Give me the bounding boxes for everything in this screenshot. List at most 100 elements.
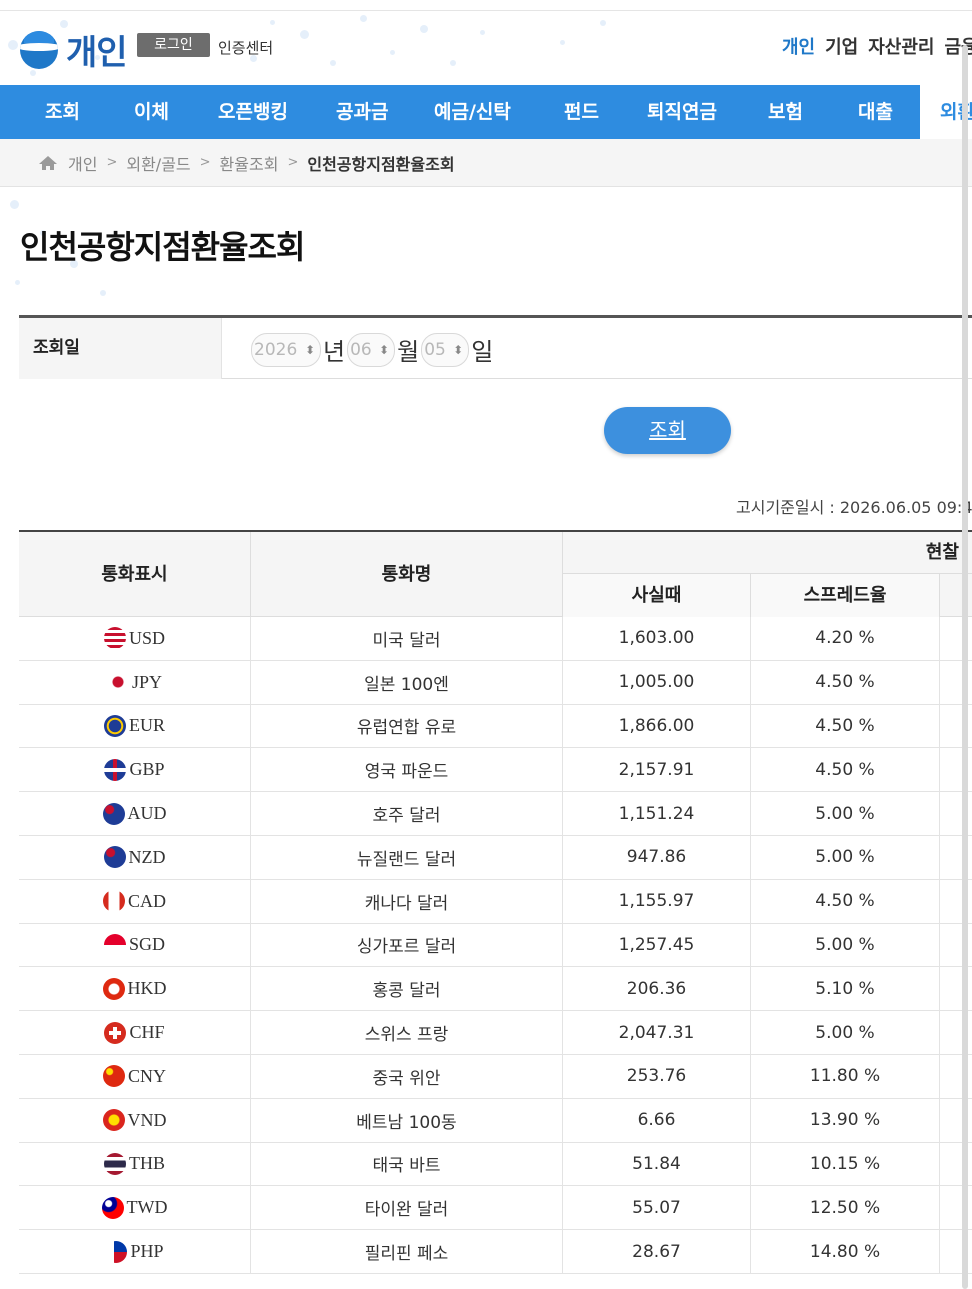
table-row: USD 미국 달러 1,603.00 4.20 %: [19, 617, 972, 661]
main-navigation: 조회 이체 오픈뱅킹 공과금 예금/신탁 펀드 퇴직연금 보험 대출 외환: [0, 85, 972, 139]
bank-logo[interactable]: 개인: [20, 25, 128, 74]
nav-utility-bills[interactable]: 공과금: [336, 85, 388, 139]
day-unit: 일: [471, 338, 494, 366]
currency-name: 태국 바트: [251, 1142, 563, 1186]
currency-name: 타이완 달러: [251, 1186, 563, 1230]
currency-code: HKD: [127, 978, 167, 999]
au-flag-icon: [102, 802, 125, 825]
table-row: AUD 호주 달러 1,151.24 5.00 %: [19, 792, 972, 836]
header-symbol: 통화표시: [19, 532, 251, 617]
breadcrumb-fx-gold[interactable]: 외환/골드: [126, 151, 190, 175]
site-header: 개인 로그인 인증센터 개인 기업 자산관리 금융: [0, 10, 972, 85]
scrollbar[interactable]: [962, 45, 968, 1289]
jp-flag-icon: [106, 671, 129, 694]
currency-name: 베트남 100동: [251, 1098, 563, 1142]
cash-buy-rate: 1,155.97: [563, 879, 751, 923]
header-spread: 스프레드율: [751, 574, 940, 617]
cash-buy-rate: 2,047.31: [563, 1011, 751, 1054]
table-row: PHP 필리핀 페소 28.67 14.80 %: [19, 1230, 972, 1274]
breadcrumb-personal[interactable]: 개인: [68, 151, 97, 175]
th-flag-icon: [104, 1152, 126, 1175]
table-row: CHF 스위스 프랑 2,047.31 5.00 %: [19, 1011, 972, 1055]
table-row: EUR 유럽연합 유로 1,866.00 4.50 %: [19, 704, 972, 749]
currency-symbol-cell: NZD: [19, 835, 251, 879]
currency-code: JPY: [131, 671, 162, 692]
currency-code: CNY: [127, 1065, 166, 1086]
top-link-personal[interactable]: 개인: [782, 33, 815, 59]
nav-loan[interactable]: 대출: [858, 85, 893, 139]
spread-rate: 4.50 %: [751, 704, 940, 748]
currency-name: 싱가포르 달러: [251, 923, 563, 967]
cash-buy-rate: 6.66: [563, 1098, 751, 1142]
page-title: 인천공항지점환율조회: [20, 228, 305, 266]
currency-name: 필리핀 페소: [251, 1230, 563, 1273]
currency-name: 미국 달러: [251, 617, 563, 660]
nav-pension[interactable]: 퇴직연금: [647, 85, 717, 139]
date-fields: 2026 년 06 월 05 일: [251, 332, 495, 367]
home-icon[interactable]: [38, 155, 58, 171]
eu-flag-icon: [104, 714, 126, 737]
spread-rate: 5.10 %: [751, 967, 940, 1011]
top-link-wealth[interactable]: 자산관리: [868, 33, 934, 59]
currency-symbol-cell: AUD: [19, 792, 251, 835]
nav-inquiry[interactable]: 조회: [45, 85, 80, 139]
header-cash: 현찰: [563, 532, 972, 574]
currency-code: AUD: [127, 803, 167, 824]
breadcrumb-current: 인천공항지점환율조회: [307, 154, 455, 174]
table-row: CAD 캐나다 달러 1,155.97 4.50 %: [19, 879, 972, 924]
breadcrumb-exchange-rate[interactable]: 환율조회: [220, 151, 279, 175]
top-link-corporate[interactable]: 기업: [825, 33, 858, 59]
currency-name: 홍콩 달러: [251, 967, 563, 1011]
exchange-rate-table: 통화표시 통화명 현찰 사실때 스프레드율 USD 미국 달러 1,603.00 4.…: [19, 530, 972, 1274]
search-form: 조회일 2026 년 06 월 05 일: [19, 315, 972, 379]
currency-symbol-cell: TWD: [19, 1186, 251, 1230]
currency-symbol-cell: VND: [19, 1098, 251, 1142]
nav-deposit-trust[interactable]: 예금/신탁: [434, 85, 511, 139]
currency-code: PHP: [130, 1241, 164, 1262]
table-row: TWD 타이완 달러 55.07 12.50 %: [19, 1186, 972, 1231]
header-buy: 사실때: [563, 574, 751, 617]
currency-symbol-cell: EUR: [19, 704, 251, 748]
nz-flag-icon: [103, 846, 126, 869]
year-select[interactable]: 2026: [251, 332, 321, 367]
year-unit: 년: [323, 338, 346, 366]
spread-rate: 13.90 %: [751, 1098, 940, 1142]
spread-rate: 4.50 %: [751, 879, 940, 923]
cash-buy-rate: 947.86: [563, 835, 751, 879]
currency-code: NZD: [128, 846, 166, 867]
currency-name: 중국 위안: [251, 1054, 563, 1098]
spread-rate: 11.80 %: [751, 1054, 940, 1098]
nav-fund[interactable]: 펀드: [564, 85, 599, 139]
spread-rate: 4.50 %: [751, 660, 940, 704]
login-button[interactable]: 로그인: [137, 33, 210, 57]
table-row: VND 베트남 100동 6.66 13.90 %: [19, 1098, 972, 1143]
table-header: 통화표시 통화명 현찰 사실때 스프레드율: [19, 532, 972, 617]
ca-flag-icon: [102, 890, 125, 913]
sg-flag-icon: [103, 933, 126, 956]
month-select[interactable]: 06: [347, 332, 396, 367]
currency-name: 호주 달러: [251, 792, 563, 835]
table-row: HKD 홍콩 달러 206.36 5.10 %: [19, 967, 972, 1012]
breadcrumb: 개인 > 외환/골드 > 환율조회 > 인천공항지점환율조회: [0, 139, 972, 187]
currency-code: SGD: [128, 934, 165, 955]
nav-insurance[interactable]: 보험: [768, 85, 803, 139]
header-name: 통화명: [251, 532, 563, 617]
top-links: 개인 기업 자산관리 금융: [782, 33, 972, 59]
spread-rate: 14.80 %: [751, 1230, 940, 1273]
currency-code: VND: [127, 1109, 167, 1130]
spread-rate: 5.00 %: [751, 923, 940, 967]
currency-symbol-cell: HKD: [19, 967, 251, 1011]
month-unit: 월: [397, 338, 420, 366]
nav-open-banking[interactable]: 오픈뱅킹: [218, 85, 288, 139]
cert-center-link[interactable]: 인증센터: [218, 37, 273, 58]
day-select[interactable]: 05: [421, 332, 470, 367]
cash-buy-rate: 1,603.00: [563, 617, 751, 660]
table-row: THB 태국 바트 51.84 10.15 %: [19, 1142, 972, 1187]
table-body: USD 미국 달러 1,603.00 4.20 % JPY 일본 100엔 1,005.00…: [19, 617, 972, 1274]
nav-transfer[interactable]: 이체: [134, 85, 169, 139]
query-button[interactable]: 조회: [604, 407, 731, 454]
cn-flag-icon: [102, 1065, 125, 1088]
currency-symbol-cell: USD: [19, 617, 251, 660]
currency-symbol-cell: PHP: [19, 1230, 251, 1273]
currency-symbol-cell: GBP: [19, 748, 251, 792]
